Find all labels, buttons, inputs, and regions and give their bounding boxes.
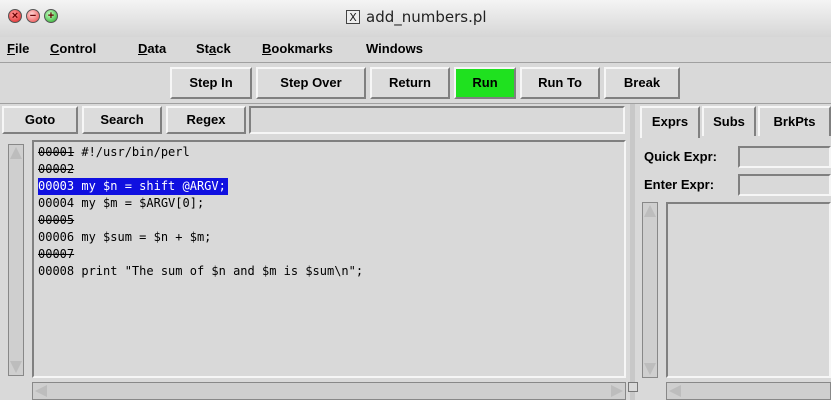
tab-brkpts[interactable]: BrkPts bbox=[758, 106, 831, 136]
enter-expr-label: Enter Expr: bbox=[644, 177, 715, 192]
minimize-button[interactable]: − bbox=[26, 9, 40, 23]
source-horizontal-scrollbar[interactable] bbox=[32, 382, 626, 400]
zoom-button[interactable]: + bbox=[44, 9, 58, 23]
code-line[interactable]: 00002 bbox=[38, 161, 74, 178]
menu-stack-label: ck bbox=[216, 41, 231, 56]
menu-bookmarks-label: ookmarks bbox=[271, 41, 333, 56]
menu-file-mnemonic: F bbox=[7, 41, 15, 56]
menu-windows[interactable]: Windows bbox=[366, 41, 423, 56]
toolbar: Step In Step Over Return Run Run To Brea… bbox=[0, 63, 831, 104]
quick-expr-label: Quick Expr: bbox=[644, 149, 717, 164]
enter-expr-input[interactable] bbox=[738, 174, 831, 196]
menu-data-mnemonic: D bbox=[138, 41, 148, 56]
splitter-handle[interactable] bbox=[628, 382, 638, 392]
expr-scroll-up-arrow-icon[interactable] bbox=[644, 205, 656, 217]
title-bar: × − + X add_numbers.pl bbox=[0, 0, 831, 38]
run-to-button[interactable]: Run To bbox=[520, 67, 600, 99]
code-line[interactable]: 00007 bbox=[38, 246, 74, 263]
menu-bookmarks[interactable]: Bookmarks bbox=[262, 41, 333, 56]
search-input[interactable] bbox=[249, 106, 625, 134]
goto-button[interactable]: Goto bbox=[2, 106, 78, 134]
menu-bookmarks-mnemonic: B bbox=[262, 41, 272, 56]
code-area: 00001 #!/usr/bin/perl 00002 00003 my $n = … bbox=[0, 138, 628, 400]
expr-vertical-scrollbar[interactable] bbox=[642, 202, 658, 378]
source-pane: Goto Search Regex 00001 #!/usr/bin/perl 0… bbox=[0, 104, 628, 400]
code-line[interactable]: 00008 print "The sum of $n and $m is $su… bbox=[38, 263, 363, 280]
run-button[interactable]: Run bbox=[454, 67, 516, 99]
menu-file-label: ile bbox=[14, 41, 30, 56]
source-vertical-scrollbar[interactable] bbox=[8, 144, 24, 376]
line-number[interactable]: 00002 bbox=[38, 162, 74, 176]
step-over-button[interactable]: Step Over bbox=[256, 67, 366, 99]
scroll-left-arrow-icon[interactable] bbox=[35, 385, 47, 397]
code-line[interactable]: 00005 bbox=[38, 212, 74, 229]
menu-windows-label: Windows bbox=[366, 41, 423, 56]
menu-control[interactable]: Control bbox=[50, 41, 96, 56]
menu-stack-prefix: St bbox=[196, 41, 209, 56]
window-title: add_numbers.pl bbox=[366, 8, 487, 26]
pane-splitter[interactable] bbox=[628, 104, 638, 400]
code-line[interactable]: 00004 my $m = $ARGV[0]; bbox=[38, 195, 204, 212]
menu-bar: File Control Data Stack Bookmarks Window… bbox=[0, 37, 831, 63]
scroll-right-arrow-icon[interactable] bbox=[611, 385, 623, 397]
tab-subs[interactable]: Subs bbox=[702, 106, 756, 136]
scroll-up-arrow-icon[interactable] bbox=[10, 147, 22, 159]
code-line[interactable]: 00006 my $sum = $n + $m; bbox=[38, 229, 211, 246]
line-text: my $sum = $n + $m; bbox=[74, 230, 212, 244]
expression-list[interactable] bbox=[666, 202, 831, 378]
regex-button[interactable]: Regex bbox=[166, 106, 246, 134]
expr-scroll-left-arrow-icon[interactable] bbox=[669, 385, 681, 397]
line-number[interactable]: 00006 bbox=[38, 230, 74, 244]
line-text: my $m = $ARGV[0]; bbox=[74, 196, 205, 210]
minimize-icon: − bbox=[29, 10, 37, 22]
line-number[interactable]: 00004 bbox=[38, 196, 74, 210]
line-number[interactable]: 00005 bbox=[38, 213, 74, 227]
code-line[interactable]: 00001 #!/usr/bin/perl bbox=[38, 144, 190, 161]
menu-data-label: ata bbox=[147, 41, 167, 56]
line-text: my $n = shift @ARGV; bbox=[74, 179, 226, 193]
tab-exprs[interactable]: Exprs bbox=[640, 106, 700, 138]
line-number[interactable]: 00007 bbox=[38, 247, 74, 261]
close-button[interactable]: × bbox=[8, 9, 22, 23]
expressions-pane: Exprs Subs BrkPts Quick Expr: Enter Expr… bbox=[638, 104, 831, 400]
line-number[interactable]: 00008 bbox=[38, 264, 74, 278]
expr-horizontal-scrollbar[interactable] bbox=[666, 382, 831, 400]
line-text: print "The sum of $n and $m is $sum\n"; bbox=[74, 264, 364, 278]
break-button[interactable]: Break bbox=[604, 67, 680, 99]
search-button[interactable]: Search bbox=[82, 106, 162, 134]
zoom-icon: + bbox=[47, 10, 55, 22]
code-line[interactable]: 00003 my $n = shift @ARGV; bbox=[38, 178, 228, 195]
return-button[interactable]: Return bbox=[370, 67, 450, 99]
source-code-view[interactable]: 00001 #!/usr/bin/perl 00002 00003 my $n = … bbox=[32, 140, 626, 378]
line-number[interactable]: 00003 bbox=[38, 179, 74, 193]
menu-file[interactable]: File bbox=[7, 41, 29, 56]
expr-scroll-down-arrow-icon[interactable] bbox=[644, 363, 656, 375]
step-in-button[interactable]: Step In bbox=[170, 67, 252, 99]
menu-stack[interactable]: Stack bbox=[196, 41, 231, 56]
quick-expr-input[interactable] bbox=[738, 146, 831, 168]
line-text: #!/usr/bin/perl bbox=[74, 145, 190, 159]
menu-data[interactable]: Data bbox=[138, 41, 166, 56]
menu-control-label: ontrol bbox=[59, 41, 97, 56]
scroll-down-arrow-icon[interactable] bbox=[10, 361, 22, 373]
x11-icon: X bbox=[346, 10, 360, 24]
menu-control-mnemonic: C bbox=[50, 41, 60, 56]
splitter-bar[interactable] bbox=[630, 104, 635, 400]
close-icon: × bbox=[11, 10, 19, 22]
line-number[interactable]: 00001 bbox=[38, 145, 74, 159]
